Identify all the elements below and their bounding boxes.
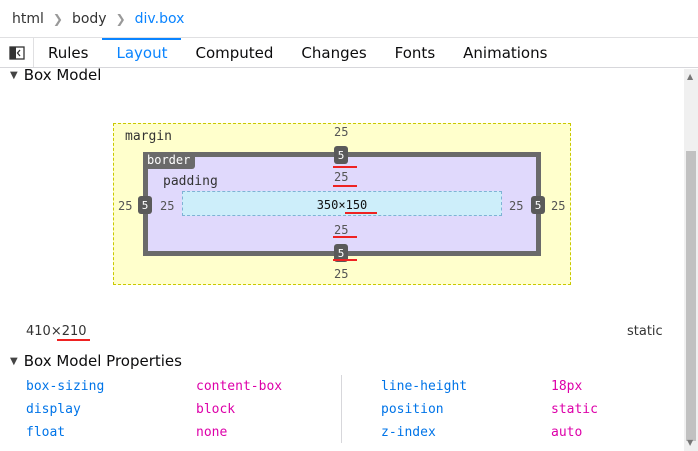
element-position: static — [627, 324, 663, 339]
box-model-properties-title: Box Model Properties — [23, 352, 182, 370]
vertical-scrollbar[interactable]: ▲ ▼ — [684, 69, 698, 451]
margin-bottom-value[interactable]: 25 — [334, 267, 348, 281]
margin-top-value[interactable]: 25 — [334, 125, 348, 139]
border-label: border — [143, 152, 196, 169]
property-value[interactable]: auto — [551, 425, 582, 440]
padding-label: padding — [163, 174, 218, 189]
tab-bar: Rules Layout Computed Changes Fonts Anim… — [0, 38, 698, 68]
content-dimensions[interactable]: 350×150 — [182, 198, 502, 212]
breadcrumb-div-box[interactable]: div.box — [135, 11, 185, 27]
padding-left-value[interactable]: 25 — [160, 199, 174, 213]
annotation-underline — [333, 259, 357, 261]
annotation-underline — [345, 212, 377, 214]
padding-right-value[interactable]: 25 — [509, 199, 523, 213]
property-value[interactable]: none — [196, 425, 227, 440]
expand-triangle-icon[interactable]: ▼ — [10, 70, 18, 81]
property-value[interactable]: static — [551, 402, 598, 417]
property-name: box-sizing — [26, 379, 105, 394]
property-name: display — [26, 402, 81, 417]
tab-computed[interactable]: Computed — [181, 38, 287, 67]
border-left-value[interactable]: 5 — [138, 196, 152, 214]
scroll-thumb[interactable] — [686, 151, 696, 441]
breadcrumb-html[interactable]: html — [12, 11, 44, 27]
expand-triangle-icon[interactable]: ▼ — [10, 356, 18, 367]
annotation-underline — [57, 339, 90, 341]
padding-top-value[interactable]: 25 — [334, 170, 348, 184]
tab-layout[interactable]: Layout — [102, 38, 182, 67]
column-divider — [341, 375, 342, 443]
breadcrumb-body[interactable]: body — [72, 11, 107, 27]
tab-fonts[interactable]: Fonts — [381, 38, 449, 67]
property-value[interactable]: block — [196, 402, 235, 417]
property-name: line-height — [381, 379, 468, 394]
element-dimensions: 410×210 — [26, 324, 87, 339]
tab-changes[interactable]: Changes — [287, 38, 380, 67]
box-model-properties-header[interactable]: ▼ Box Model Properties — [10, 352, 182, 370]
property-value[interactable]: 18px — [551, 379, 582, 394]
margin-label: margin — [125, 129, 172, 144]
margin-left-value[interactable]: 25 — [118, 199, 132, 213]
chevron-right-icon: ❯ — [115, 11, 126, 26]
property-name: float — [26, 425, 66, 440]
tab-animations[interactable]: Animations — [449, 38, 561, 67]
border-right-value[interactable]: 5 — [531, 196, 545, 214]
padding-bottom-value[interactable]: 25 — [334, 223, 348, 237]
box-model-title: Box Model — [23, 66, 102, 84]
scroll-down-icon[interactable]: ▼ — [687, 438, 693, 447]
tab-rules[interactable]: Rules — [34, 38, 102, 67]
property-value[interactable]: content-box — [196, 379, 282, 394]
chevron-right-icon: ❯ — [52, 11, 63, 26]
property-name: position — [381, 402, 444, 417]
border-top-value[interactable]: 5 — [334, 146, 348, 164]
annotation-underline — [333, 166, 357, 168]
property-name: z-index — [381, 425, 436, 440]
sidebar-toggle-icon — [8, 45, 25, 60]
scroll-up-icon[interactable]: ▲ — [687, 72, 693, 81]
breadcrumb: html ❯ body ❯ div.box — [0, 0, 698, 38]
annotation-underline — [333, 185, 357, 187]
toggle-sidebar-button[interactable] — [0, 38, 34, 67]
annotation-underline — [333, 236, 357, 238]
box-model-header[interactable]: ▼ Box Model — [10, 66, 101, 84]
margin-right-value[interactable]: 25 — [551, 199, 565, 213]
